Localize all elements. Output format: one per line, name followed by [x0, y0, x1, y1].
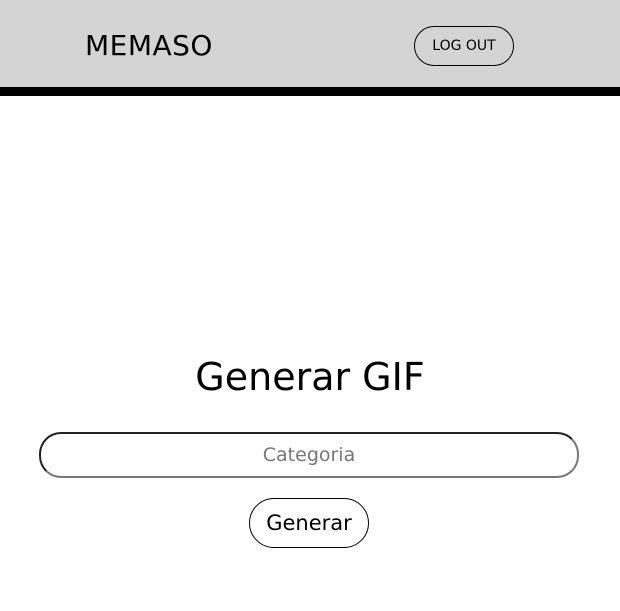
page-title: Generar GIF: [195, 355, 425, 399]
app-header: MEMASO LOG OUT: [0, 0, 620, 96]
brand-logo-text: MEMASO: [85, 29, 213, 62]
category-input[interactable]: [39, 432, 579, 478]
logout-button[interactable]: LOG OUT: [414, 26, 514, 66]
generate-button[interactable]: Generar: [249, 498, 369, 548]
category-field-wrapper: [39, 432, 579, 478]
